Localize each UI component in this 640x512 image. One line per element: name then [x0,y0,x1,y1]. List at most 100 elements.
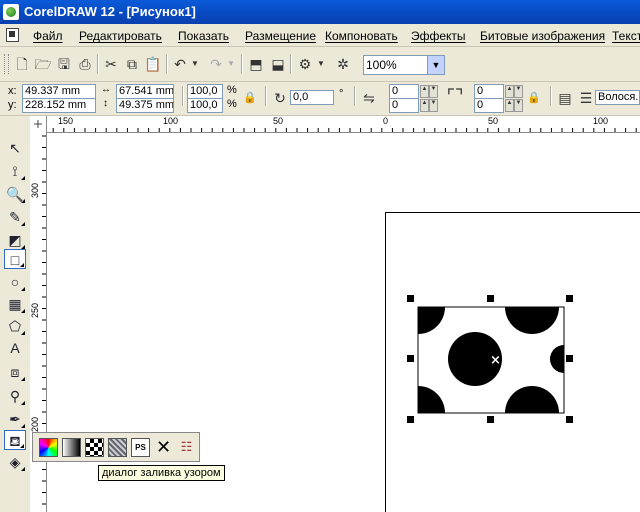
ellipse-tool-icon[interactable]: ○ [4,272,26,292]
spin-up-icon[interactable]: ▲ [420,99,429,112]
corner-bottom-left-field[interactable]: 0 [389,98,419,113]
menu-view[interactable]: Показать [178,29,229,43]
print-icon[interactable]: ⎙ [75,54,95,74]
title-bar: CorelDRAW 12 - [Рисунок1] [0,0,640,24]
document-icon[interactable] [6,28,19,42]
pick-tool-icon[interactable]: ↖ [4,138,26,158]
corner-top-right-field[interactable]: 0 [474,84,504,99]
corner-bottom-right-field[interactable]: 0 [474,98,504,113]
open-icon[interactable]: 🗁 [33,54,53,74]
zoom-level-select[interactable]: 100% ▼ [363,55,445,75]
ruler-tick-label: 50 [273,116,284,126]
outline-tool-icon[interactable]: ✒ [4,409,26,429]
import-icon[interactable]: ⬒ [246,54,266,74]
ruler-tick-label: 100 [163,116,179,126]
smart-fill-tool-icon[interactable]: ◩ [4,230,26,250]
outline-width-select[interactable]: Волося... [595,90,640,105]
uniform-fill-icon[interactable] [39,438,58,457]
spin-down-icon[interactable]: ▼ [514,85,523,98]
interactive-blend-tool-icon[interactable]: ⧈ [4,362,26,382]
menu-bitmaps[interactable]: Битовые изображения [480,29,605,43]
spin-down-icon[interactable]: ▼ [429,85,438,98]
zoom-tool-icon[interactable]: 🔍 [4,184,26,204]
interactive-fill-tool-icon[interactable]: ◈ [4,452,26,472]
spin-down-icon[interactable]: ▼ [514,99,523,112]
menu-layout[interactable]: Размещение [245,29,316,43]
launcher-dropdown-icon[interactable]: ▼ [316,54,326,74]
basic-shapes-tool-icon[interactable]: ⬠ [4,316,26,336]
corner-top-left-field[interactable]: 0 [389,84,419,99]
freehand-tool-icon[interactable]: ✎ [4,207,26,227]
mirror-icon[interactable]: ⇋ [359,88,379,108]
window-title: CorelDRAW 12 - [Рисунок1] [24,4,196,19]
toolbox: ↖ ⟟ 🔍 ✎ ◩ □ ○ ▦ ⬠ A ⧈ ⚲ ✒ ⛾ ◈ [0,116,31,512]
spin-up-icon[interactable]: ▲ [505,99,514,112]
no-fill-icon[interactable]: ✕ [154,438,173,457]
ruler-ticks [31,128,637,132]
pattern-fill-icon[interactable] [85,438,104,457]
scale-width-field[interactable]: 100,0 [187,84,223,99]
chevron-down-icon[interactable]: ▼ [427,56,444,74]
toolbar-separator [290,54,292,74]
y-position-field[interactable]: 228.152 mm [22,98,96,113]
width-field[interactable]: 67.541 mm [116,84,174,99]
selection-handle[interactable] [566,416,573,423]
tooltip: диалог заливка узором [98,465,225,481]
paste-icon[interactable]: 📋 [143,54,163,74]
new-document-icon[interactable]: 🗋 [12,54,32,74]
toolbar-grip[interactable] [4,54,9,74]
selection-handle[interactable] [487,295,494,302]
undo-icon[interactable]: ↶ [170,54,190,74]
menu-effects[interactable]: Эффекты [411,29,466,43]
text-tool-icon[interactable]: A [4,338,26,358]
selection-handle[interactable] [407,355,414,362]
menu-file[interactable]: Файл [33,29,63,43]
spin-up-icon[interactable]: ▲ [420,85,429,98]
ruler-tick-label: 0 [383,116,389,126]
graph-paper-tool-icon[interactable]: ▦ [4,294,26,314]
selection-handle[interactable] [407,295,414,302]
coreldraw-app-icon[interactable] [3,4,19,20]
menu-arrange[interactable]: Компоновать [325,29,398,43]
cut-icon[interactable]: ✂ [101,54,121,74]
rotation-icon[interactable]: ↻ [270,88,290,108]
spin-up-icon[interactable]: ▲ [505,85,514,98]
fill-tool-icon[interactable]: ⛾ [4,430,26,450]
rotation-angle-field[interactable]: 0,0 [290,90,334,105]
toolbar-separator [550,86,552,106]
fountain-fill-icon[interactable] [62,438,81,457]
selection-handle[interactable] [407,416,414,423]
lock-ratio-icon[interactable]: 🔒 [240,88,260,108]
wrap-text-icon[interactable]: ▤ [555,88,575,108]
corel-online-icon[interactable]: ✲ [333,54,353,74]
pattern-filled-rectangle[interactable]: × [405,295,580,425]
selection-handle[interactable] [566,295,573,302]
scale-height-field[interactable]: 100,0 [187,98,223,113]
corner-lock-icon[interactable]: 🔒 [524,88,544,108]
degree-label: ° [339,88,344,100]
texture-fill-icon[interactable] [108,438,127,457]
ruler-tick-label: 300 [30,182,40,198]
selection-handle[interactable] [487,416,494,423]
percent-label-h: % [227,98,237,110]
selection-handle[interactable] [566,355,573,362]
copy-icon[interactable]: ⧉ [122,54,142,74]
save-icon[interactable]: 🖫 [54,54,74,74]
postscript-fill-icon[interactable]: PS [131,438,150,457]
undo-dropdown-icon[interactable]: ▼ [190,54,200,74]
toolbar-separator [97,54,99,74]
height-icon: ↕ [103,98,108,109]
menu-edit[interactable]: Редактировать [79,29,162,43]
horizontal-ruler[interactable]: 150 100 50 0 50 100 [30,116,640,133]
ruler-origin-icon[interactable] [30,116,47,133]
spin-down-icon[interactable]: ▼ [429,99,438,112]
shape-tool-icon[interactable]: ⟟ [4,161,26,181]
x-position-field[interactable]: 49.337 mm [22,84,96,99]
application-launcher-icon[interactable]: ⚙ [295,54,315,74]
color-docker-icon[interactable]: ☷ [177,438,196,457]
rectangle-tool-icon[interactable]: □ [4,249,26,269]
export-icon[interactable]: ⬓ [268,54,288,74]
menu-text[interactable]: Текст [612,29,640,43]
eyedropper-tool-icon[interactable]: ⚲ [4,386,26,406]
height-field[interactable]: 49.375 mm [116,98,174,113]
